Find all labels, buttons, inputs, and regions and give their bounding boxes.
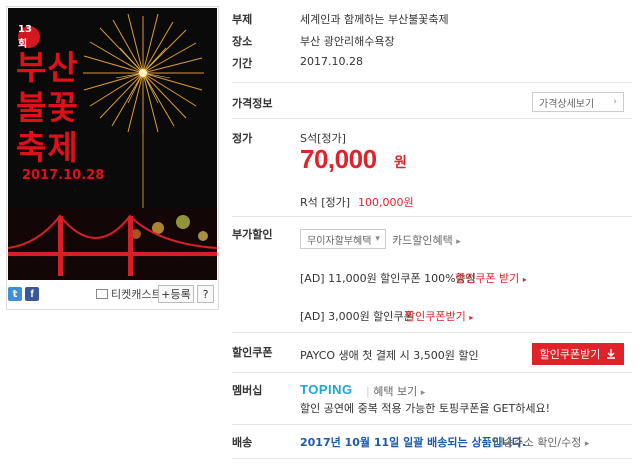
period-value: 2017.10.28 — [300, 55, 363, 68]
chevron-right-icon: ▸ — [456, 237, 461, 247]
chevron-right-icon: ▸ — [469, 313, 474, 322]
help-button[interactable]: ? — [197, 285, 214, 303]
divider — [232, 372, 632, 373]
card-discount-link[interactable]: 카드할인혜택 ▸ — [392, 232, 461, 248]
edition-badge: 13회 — [18, 24, 40, 50]
register-button[interactable]: +등록 — [158, 285, 194, 303]
coupon2-text: [AD] 3,000원 할인쿠폰 — [300, 310, 414, 323]
venue-value: 부산 광안리해수욕장 — [300, 35, 395, 48]
seat-r-label: R석 [정가] — [300, 196, 351, 209]
ticketcast-link[interactable]: 티켓캐스트 — [96, 286, 162, 302]
download-icon — [607, 349, 616, 359]
discount-coupon-label: 할인쿠폰 — [232, 346, 273, 359]
venue-label: 장소 — [232, 35, 253, 48]
toping-description: 할인 공연에 중복 적용 가능한 토핑쿠폰을 GET하세요! — [300, 402, 550, 415]
period-label: 기간 — [232, 57, 253, 70]
divider — [232, 216, 632, 217]
chevron-right-icon: ▸ — [420, 388, 426, 398]
toping-benefit-link[interactable]: | 혜택 보기 ▸ — [366, 383, 425, 399]
coupon1-link[interactable]: 할인쿠폰 받기 ▸ — [455, 270, 527, 286]
seat-s-unit: 원 — [394, 155, 407, 171]
coupon1-text: [AD] 11,000원 할인쿠폰 100%증정 — [300, 272, 476, 285]
delivery-label: 배송 — [232, 436, 253, 449]
chevron-right-icon: ▸ — [584, 439, 590, 449]
delivery-address-link[interactable]: | 배송주소 확인/수정 ▸ — [486, 434, 589, 450]
seat-r-price: 100,000원 — [358, 196, 414, 209]
poster-title: 부산 불꽃 축제 — [16, 48, 79, 167]
seat-s-price: 70,000 — [300, 144, 377, 174]
subtitle-value: 세계인과 함께하는 부산불꽃축제 — [300, 13, 449, 26]
membership-label: 멤버십 — [232, 384, 263, 397]
caret-down-icon: ▾ — [375, 234, 380, 244]
poster-frame: 13회 부산 불꽃 축제 2017.10.28 — [6, 6, 219, 310]
price-detail-button[interactable]: 가격상세보기 › — [532, 92, 624, 112]
divider — [232, 82, 632, 83]
price-info-label: 가격정보 — [232, 97, 273, 110]
chevron-right-icon: ▸ — [522, 275, 527, 284]
get-coupon-button[interactable]: 할인쿠폰받기 — [532, 343, 624, 365]
payco-coupon-text: PAYCO 생애 첫 결제 시 3,500원 할인 — [300, 349, 479, 362]
subtitle-label: 부제 — [232, 13, 253, 26]
facebook-icon[interactable]: f — [25, 287, 39, 301]
twitter-icon[interactable]: t — [8, 287, 22, 301]
divider — [232, 332, 632, 333]
poster-image[interactable]: 13회 부산 불꽃 축제 2017.10.28 — [8, 8, 217, 308]
divider — [232, 458, 632, 459]
bridge-graphic — [8, 208, 217, 280]
ticketcast-icon — [96, 289, 108, 299]
regular-price-label: 정가 — [232, 132, 253, 145]
ticketcast-label: 티켓캐스트 — [111, 288, 162, 301]
coupon2-link[interactable]: 할인쿠폰받기 ▸ — [405, 308, 473, 324]
toping-logo: TOPING — [300, 382, 353, 397]
chevron-right-icon: › — [613, 97, 617, 107]
benefits-label: 부가할인 — [232, 228, 273, 241]
divider — [232, 424, 632, 425]
installment-select[interactable]: 무이자할부혜택 ▾ — [300, 229, 386, 249]
poster-date: 2017.10.28 — [22, 168, 105, 183]
divider — [232, 118, 632, 119]
